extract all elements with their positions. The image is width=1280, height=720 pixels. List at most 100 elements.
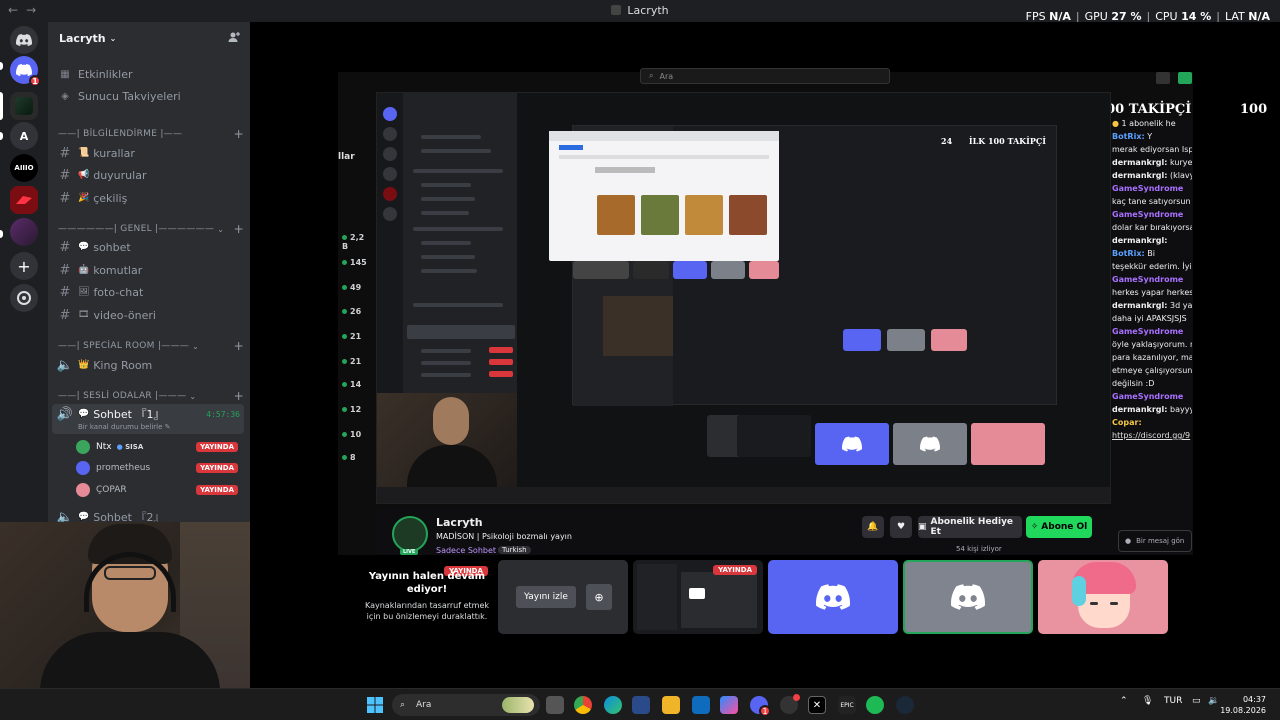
add-server-icon[interactable]: + <box>10 252 38 280</box>
voice-member-copar[interactable]: ÇOPAR YAYINDA <box>76 481 242 499</box>
add-channel-icon[interactable]: + <box>234 389 244 403</box>
add-channel-icon[interactable]: + <box>234 339 244 353</box>
stream-chat[interactable]: ● 1 abonelik he BotRix: Ymerak ediyorsan… <box>1112 118 1192 555</box>
channel-foto-chat[interactable]: # 🖼 foto-chat <box>56 282 242 302</box>
streamer-avatar[interactable]: LIVE <box>392 516 428 555</box>
chat-username[interactable]: dermankrgl: <box>1112 171 1167 180</box>
obs-icon[interactable] <box>780 694 800 714</box>
chat-link[interactable]: https://discord.gg/9 <box>1112 431 1190 440</box>
server-rog-icon[interactable] <box>10 186 38 214</box>
search-icon: ⌕ <box>649 71 654 80</box>
taskbar-clock[interactable]: 04:37 19.08.2026 <box>1220 694 1266 716</box>
dm-avatar-icon[interactable]: 1 <box>10 56 41 87</box>
text-channel-icon: # <box>59 190 71 206</box>
server-aiiio-icon[interactable]: AIIIO <box>10 154 38 182</box>
spotify-icon[interactable] <box>866 696 884 714</box>
voice-channel-row[interactable]: 🔊 💬 Sohbet 『1』 4:57:36 <box>56 404 242 424</box>
chevron-up-icon[interactable]: ⌃ <box>1120 696 1128 706</box>
chat-username[interactable]: dermankrgl: <box>1112 301 1167 310</box>
volume-icon[interactable]: 🔉 <box>1208 696 1219 706</box>
add-channel-icon[interactable]: + <box>234 127 244 141</box>
subscribe-button[interactable]: ✧ Abone Ol <box>1026 516 1092 538</box>
chat-username[interactable]: GameSyndrome <box>1112 327 1183 336</box>
chat-username[interactable]: GameSyndrome <box>1112 392 1183 401</box>
gift-sub-button[interactable]: ▣ Abonelik Hediye Et <box>918 516 1022 538</box>
chat-username[interactable]: BotRix: <box>1112 249 1145 258</box>
steam-icon[interactable] <box>896 696 914 714</box>
microphone-icon[interactable]: 🎙 <box>1142 696 1153 706</box>
channel-label: komutlar <box>93 263 143 277</box>
film-icon: 🎞 <box>78 310 90 320</box>
category-special-room[interactable]: ——| SPECİAL ROOM |——— ⌄ + <box>58 339 244 353</box>
stream-category[interactable]: Sadece Sohbet <box>436 546 496 555</box>
text-channel-icon: # <box>59 167 71 183</box>
events-item[interactable]: ▦ Etkinlikler <box>56 64 242 84</box>
channel-kurallar[interactable]: # 📜 kurallar <box>56 143 242 163</box>
copilot-icon[interactable] <box>720 696 738 714</box>
chrome-icon[interactable] <box>574 696 592 714</box>
nested-line <box>421 241 471 245</box>
chat-username[interactable]: dermankrgl: <box>1112 236 1167 245</box>
channel-video-oneri[interactable]: # 🎞 video-öneri <box>56 305 242 325</box>
server-header[interactable]: Lacryth ⌄ <box>48 22 250 54</box>
taskbar-search[interactable]: ⌕ Ara <box>392 694 540 716</box>
edge-icon[interactable] <box>604 696 622 714</box>
chat-username[interactable]: Copar: <box>1112 418 1142 427</box>
server-lacryth-icon[interactable] <box>10 92 38 120</box>
chat-username[interactable]: GameSyndrome <box>1112 210 1183 219</box>
category-sesli-odalar[interactable]: ——| SESLİ ODALAR |——— ⌄ + <box>58 389 244 403</box>
network-icon[interactable]: ▭ <box>1192 696 1201 706</box>
channel-label: duyurular <box>93 168 147 182</box>
x-app-icon[interactable]: ✕ <box>808 696 826 714</box>
events-label: Etkinlikler <box>78 67 133 81</box>
channel-cekilis[interactable]: # 🎉 çekiliş <box>56 188 242 208</box>
watch-stream-button[interactable]: Yayını izle <box>516 586 576 608</box>
chat-username[interactable]: dermankrgl: <box>1112 158 1167 167</box>
chat-message: GameSyndrome <box>1112 391 1192 402</box>
task-view-icon[interactable] <box>546 696 564 714</box>
stream-tile-screen[interactable]: YAYINDA <box>633 560 763 634</box>
add-channel-icon[interactable]: + <box>234 222 244 236</box>
epic-games-icon[interactable]: EPIC <box>838 696 856 714</box>
voice-member-prometheus[interactable]: prometheus YAYINDA <box>76 459 242 477</box>
discover-icon[interactable] <box>10 284 38 312</box>
nested-webcam-head <box>433 397 469 445</box>
channel-duyurular[interactable]: # 📢 duyurular <box>56 165 242 185</box>
outlook-icon[interactable] <box>692 696 710 714</box>
notify-bell-button[interactable]: 🔔 <box>862 516 884 538</box>
chat-username[interactable]: dermankrgl: <box>1112 405 1167 414</box>
participant-tile-anime-avatar[interactable] <box>1038 560 1168 634</box>
add-user-icon[interactable] <box>228 31 240 46</box>
chat-message-input[interactable]: ● Bir mesaj gön <box>1118 530 1192 552</box>
follow-heart-button[interactable]: ♥ <box>890 516 912 538</box>
stream-tag[interactable]: Turkish <box>498 546 531 554</box>
side-number: 14 <box>342 380 372 389</box>
server-avatar-icon[interactable] <box>10 218 38 246</box>
server-aiiio-label: AIIIO <box>14 164 34 172</box>
nested-line <box>421 135 481 139</box>
stream-tile-paused[interactable]: Yayını izle ⊕ <box>498 560 628 634</box>
popout-icon[interactable]: ⊕ <box>586 584 612 610</box>
file-explorer-icon[interactable] <box>662 696 680 714</box>
streamer-name[interactable]: Lacryth <box>436 516 483 529</box>
participant-tile-discord[interactable] <box>768 560 898 634</box>
chat-username[interactable]: GameSyndrome <box>1112 184 1183 193</box>
channel-status[interactable]: Bir kanal durumu belirle ✎ <box>78 423 171 431</box>
category-genel[interactable]: ——————| GENEL |—————— ⌄ + <box>58 222 244 236</box>
chat-username[interactable]: GameSyndrome <box>1112 275 1183 284</box>
channel-sohbet[interactable]: # 💬 sohbet <box>56 237 242 257</box>
store-icon[interactable] <box>632 696 650 714</box>
language-indicator[interactable]: TUR <box>1164 696 1182 706</box>
chat-username[interactable]: BotRix: <box>1112 132 1145 141</box>
channel-komutlar[interactable]: # 🤖 komutlar <box>56 260 242 280</box>
windows-start-icon[interactable] <box>366 696 384 714</box>
server-a-icon[interactable]: A <box>10 122 38 150</box>
participant-tile-discord-speaking[interactable] <box>903 560 1033 634</box>
chat-message: değilsin :D <box>1112 378 1192 389</box>
boosts-item[interactable]: ◈ Sunucu Takviyeleri <box>56 86 242 106</box>
channel-king-room[interactable]: 🔈 👑 King Room <box>56 355 242 375</box>
discord-home-icon[interactable] <box>10 26 38 54</box>
voice-member-ntx[interactable]: Ntx ● SISA YAYINDA <box>76 438 242 456</box>
category-bilgilendirme[interactable]: ——| BİLGİLENDİRME |—— + <box>58 127 244 141</box>
discord-taskbar-icon[interactable]: 1 <box>750 696 771 717</box>
